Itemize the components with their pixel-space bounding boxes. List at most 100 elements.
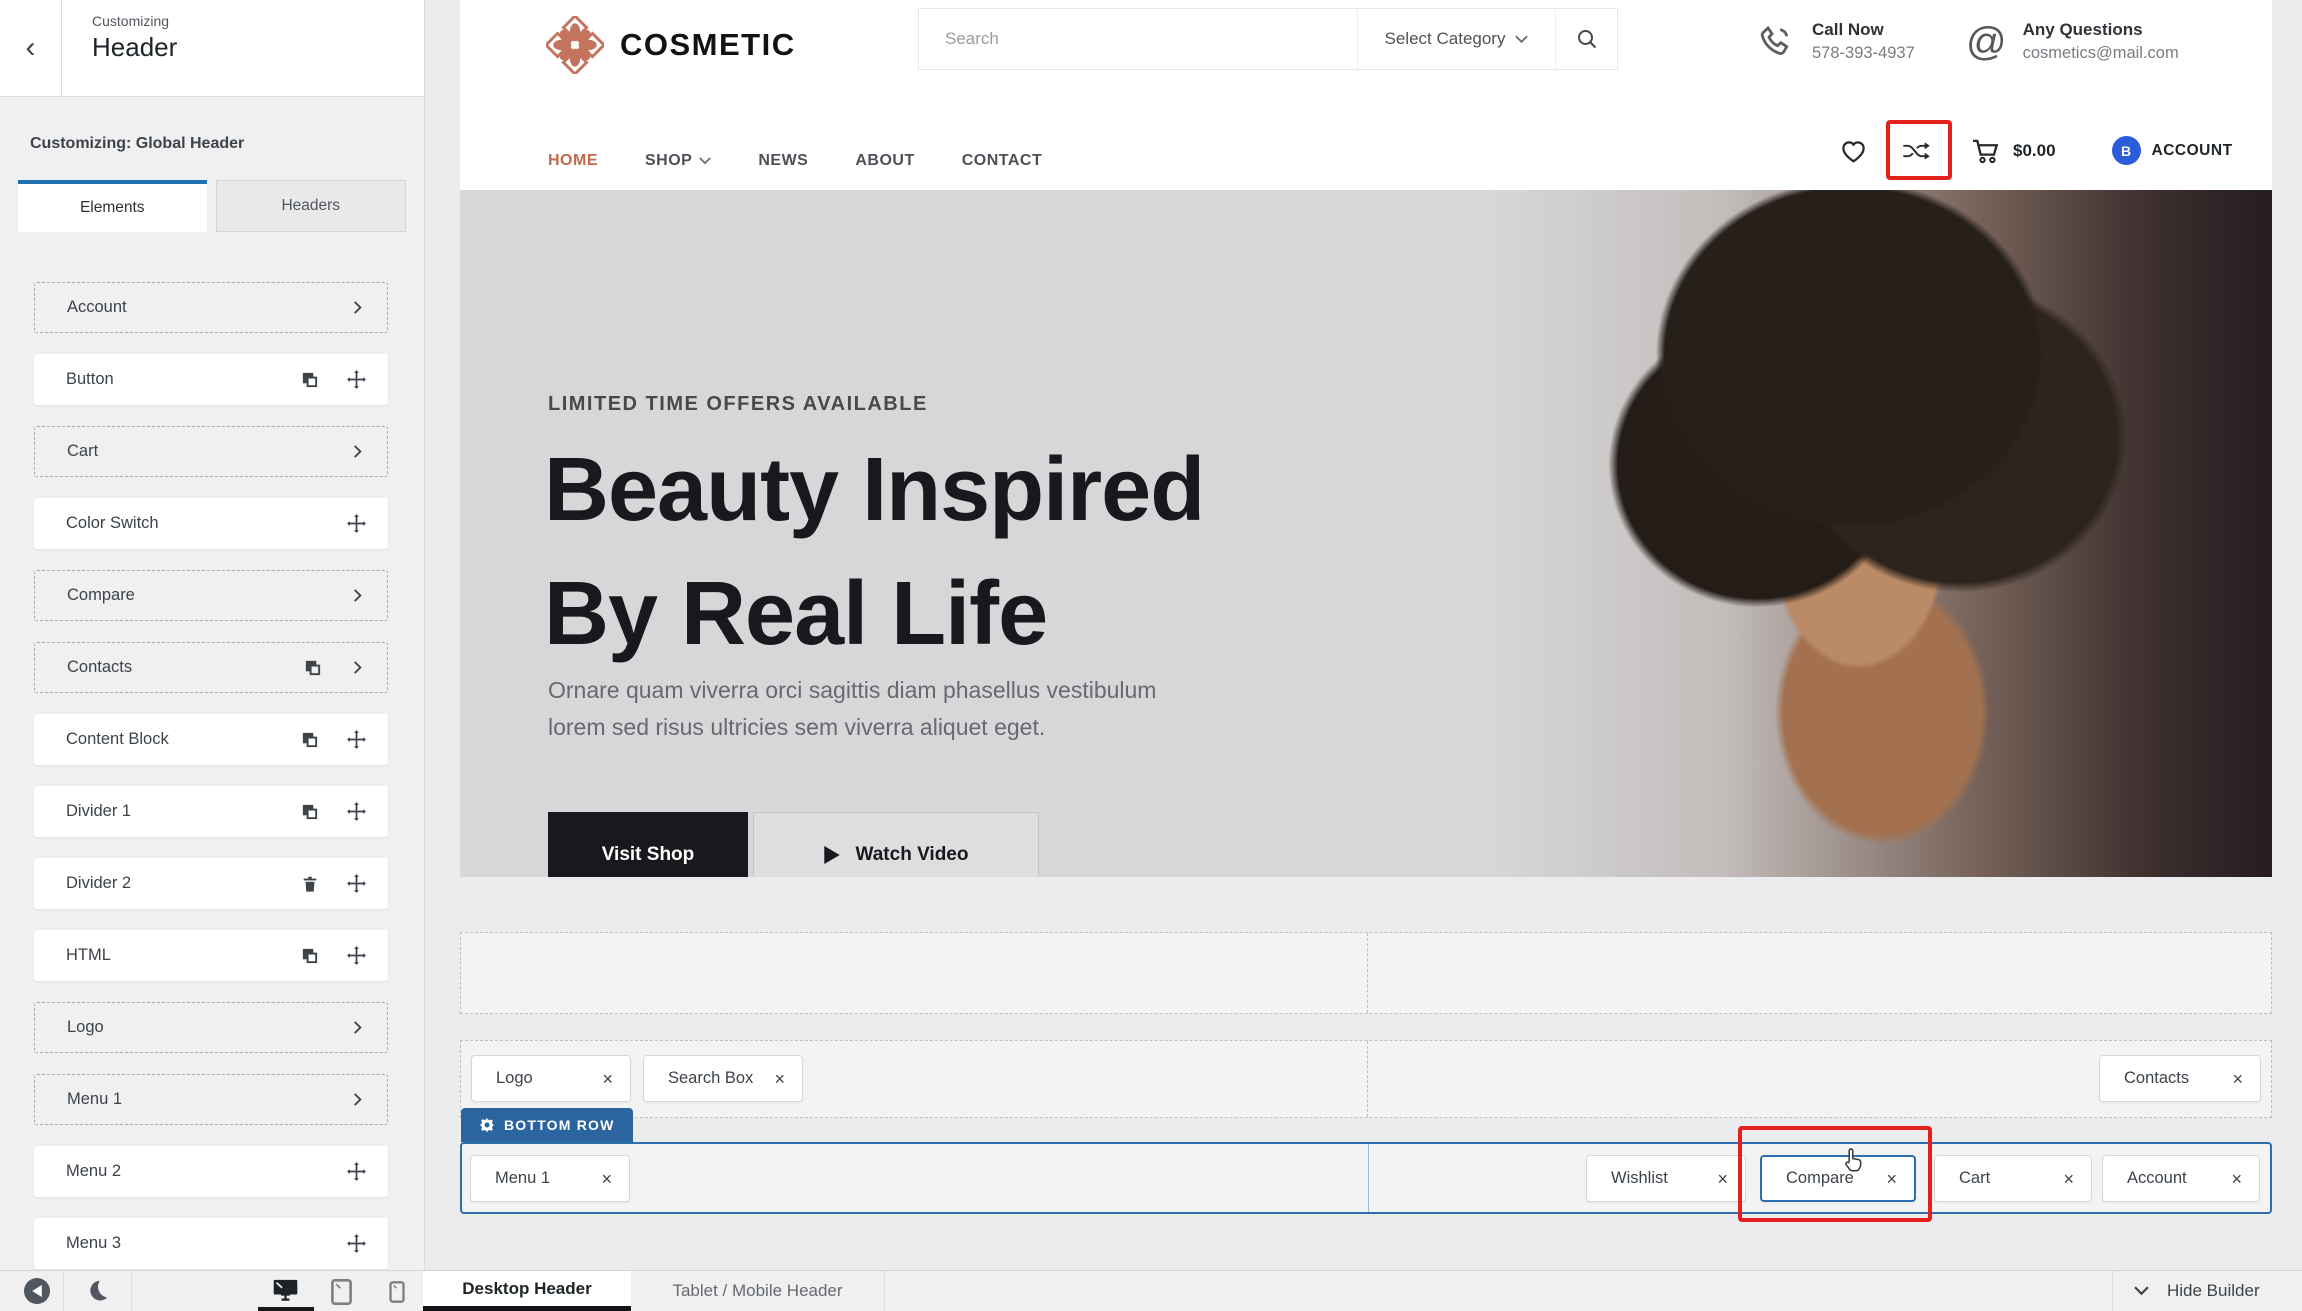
element-label: HTML: [66, 946, 111, 965]
move-icon[interactable]: [347, 730, 366, 749]
element-divider-2[interactable]: Divider 2: [34, 858, 388, 909]
sidebar-tabs: Elements Headers: [18, 180, 406, 232]
builder-chip-search-box[interactable]: Search Box ×: [643, 1055, 803, 1102]
element-label: Button: [66, 370, 114, 389]
builder-chip-compare[interactable]: Compare ×: [1760, 1155, 1916, 1202]
collapse-back-button[interactable]: [24, 1278, 50, 1304]
element-label: Compare: [67, 586, 135, 605]
element-compare[interactable]: Compare: [34, 570, 388, 621]
watch-video-button[interactable]: Watch Video: [753, 812, 1039, 877]
account-label[interactable]: ACCOUNT: [2152, 142, 2233, 160]
search-submit-button[interactable]: [1555, 9, 1617, 69]
cart-icon[interactable]: [1971, 138, 2001, 164]
tab-elements[interactable]: Elements: [18, 180, 207, 232]
element-cart[interactable]: Cart: [34, 426, 388, 477]
builder-chip-wishlist[interactable]: Wishlist ×: [1586, 1155, 1746, 1202]
chevron-right-icon[interactable]: [350, 660, 365, 675]
category-select[interactable]: Select Category: [1357, 9, 1555, 69]
remove-chip-icon[interactable]: ×: [1886, 1170, 1897, 1188]
trash-icon[interactable]: [301, 875, 319, 893]
element-account[interactable]: Account: [34, 282, 388, 333]
search-input[interactable]: [919, 9, 1357, 69]
element-contacts[interactable]: Contacts: [34, 642, 388, 693]
element-logo[interactable]: Logo: [34, 1002, 388, 1053]
dark-mode-moon-icon[interactable]: [86, 1279, 109, 1307]
builder-footer-bar: Desktop Header Tablet / Mobile Header Hi…: [0, 1270, 2302, 1311]
hide-builder-label: Hide Builder: [2167, 1281, 2260, 1301]
builder-bottom-row[interactable]: Menu 1 × Wishlist × Compare × Cart × Acc…: [460, 1142, 2272, 1214]
element-menu-3[interactable]: Menu 3: [34, 1218, 388, 1269]
device-tablet-icon[interactable]: [331, 1279, 352, 1310]
tab-tablet-mobile-header[interactable]: Tablet / Mobile Header: [631, 1271, 884, 1311]
tab-headers[interactable]: Headers: [216, 180, 407, 232]
email-contact[interactable]: @ Any Questions cosmetics@mail.com: [1966, 20, 2179, 63]
remove-chip-icon[interactable]: ×: [1717, 1170, 1728, 1188]
chip-label: Search Box: [668, 1069, 753, 1088]
device-mobile-icon[interactable]: [389, 1281, 405, 1308]
builder-column-divider: [1367, 933, 1368, 1013]
element-menu-2[interactable]: Menu 2: [34, 1146, 388, 1197]
builder-chip-logo[interactable]: Logo ×: [471, 1055, 631, 1102]
move-icon[interactable]: [347, 514, 366, 533]
chevron-right-icon[interactable]: [350, 300, 365, 315]
element-color-switch[interactable]: Color Switch: [34, 498, 388, 549]
cart-total[interactable]: $0.00: [2013, 141, 2056, 161]
account-avatar-badge[interactable]: B: [2112, 136, 2141, 165]
chip-label: Cart: [1959, 1169, 1990, 1188]
tab-desktop-header[interactable]: Desktop Header: [423, 1271, 631, 1311]
builder-chip-account[interactable]: Account ×: [2102, 1155, 2260, 1202]
move-icon[interactable]: [347, 802, 366, 821]
remove-chip-icon[interactable]: ×: [601, 1170, 612, 1188]
chevron-right-icon[interactable]: [350, 444, 365, 459]
element-menu-1[interactable]: Menu 1: [34, 1074, 388, 1125]
chevron-right-icon[interactable]: [350, 1020, 365, 1035]
duplicate-icon[interactable]: [300, 802, 319, 821]
duplicate-icon[interactable]: [300, 730, 319, 749]
hero-title: Beauty Inspired By Real Life: [544, 428, 1204, 676]
chevron-right-icon[interactable]: [350, 588, 365, 603]
nav-about[interactable]: ABOUT: [855, 152, 914, 170]
builder-chip-contacts[interactable]: Contacts ×: [2099, 1055, 2261, 1102]
remove-chip-icon[interactable]: ×: [2063, 1170, 2074, 1188]
builder-main-row[interactable]: Logo × Search Box × Contacts ×: [460, 1040, 2272, 1118]
wishlist-heart-icon[interactable]: [1840, 138, 1867, 163]
chevron-right-icon[interactable]: [350, 1092, 365, 1107]
builder-top-row[interactable]: [460, 932, 2272, 1014]
hide-builder-button[interactable]: Hide Builder: [2134, 1271, 2260, 1311]
bottom-row-settings-badge[interactable]: BOTTOM ROW: [461, 1108, 633, 1142]
nav-news[interactable]: NEWS: [758, 152, 808, 170]
element-content-block[interactable]: Content Block: [34, 714, 388, 765]
compare-shuffle-icon[interactable]: [1901, 139, 1931, 163]
phone-contact[interactable]: Call Now 578-393-4937: [1756, 20, 1915, 63]
move-icon[interactable]: [347, 370, 366, 389]
remove-chip-icon[interactable]: ×: [602, 1070, 613, 1088]
element-html[interactable]: HTML: [34, 930, 388, 981]
move-icon[interactable]: [347, 874, 366, 893]
duplicate-icon[interactable]: [300, 946, 319, 965]
move-icon[interactable]: [347, 1234, 366, 1253]
move-icon[interactable]: [347, 1162, 366, 1181]
site-logo-text: COSMETIC: [620, 27, 796, 63]
chip-label: Account: [2127, 1169, 2187, 1188]
element-divider-1[interactable]: Divider 1: [34, 786, 388, 837]
remove-chip-icon[interactable]: ×: [2231, 1170, 2242, 1188]
nav-contact[interactable]: CONTACT: [962, 152, 1043, 170]
duplicate-icon[interactable]: [300, 370, 319, 389]
remove-chip-icon[interactable]: ×: [774, 1070, 785, 1088]
duplicate-icon[interactable]: [303, 658, 322, 677]
site-logo[interactable]: COSMETIC: [546, 16, 796, 74]
element-button[interactable]: Button: [34, 354, 388, 405]
visit-shop-button[interactable]: Visit Shop: [548, 812, 748, 877]
nav-shop-label: SHOP: [645, 152, 692, 170]
move-icon[interactable]: [347, 946, 366, 965]
nav-shop[interactable]: SHOP: [645, 152, 711, 170]
back-button[interactable]: ‹: [0, 0, 62, 96]
chip-label: Contacts: [2124, 1069, 2189, 1088]
remove-chip-icon[interactable]: ×: [2232, 1070, 2243, 1088]
site-preview: COSMETIC Select Category Call Now 578-39…: [460, 0, 2272, 877]
builder-chip-menu-1[interactable]: Menu 1 ×: [470, 1155, 630, 1202]
nav-home[interactable]: HOME: [548, 152, 598, 170]
device-desktop-icon[interactable]: [272, 1278, 299, 1307]
section-title: Customizing: Global Header: [30, 135, 394, 153]
builder-chip-cart[interactable]: Cart ×: [1934, 1155, 2092, 1202]
